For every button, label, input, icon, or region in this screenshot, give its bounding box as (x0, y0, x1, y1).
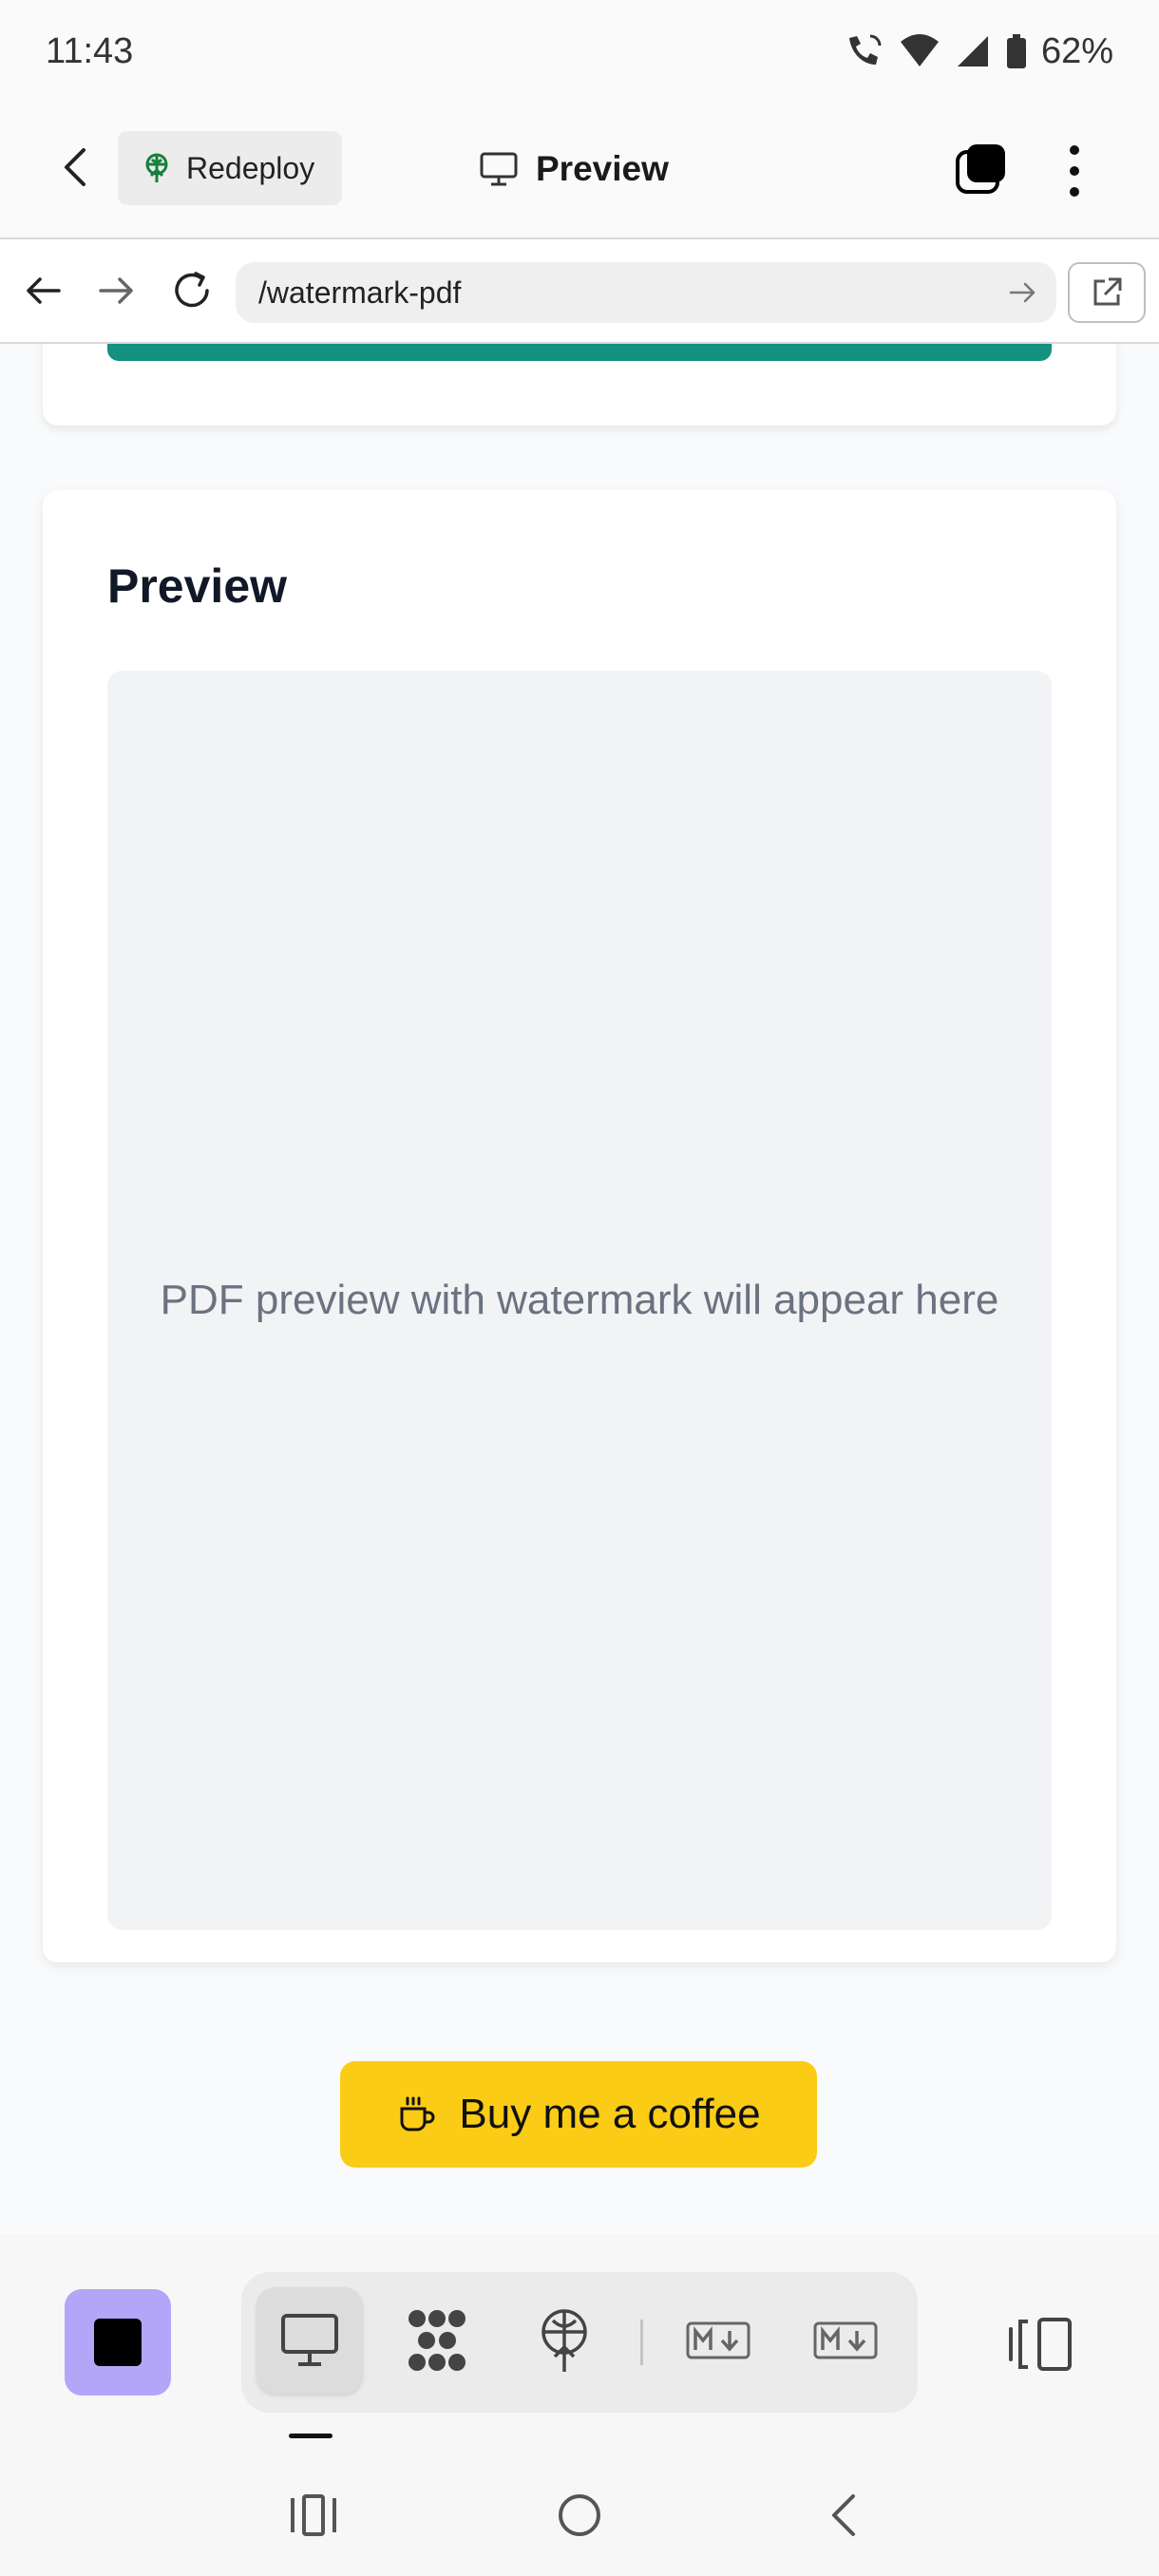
bottom-toolbar (0, 2234, 1159, 2454)
battery-percent: 62% (1040, 30, 1113, 71)
app-bar: Redeploy Preview (0, 103, 1159, 239)
home-icon[interactable] (551, 2487, 608, 2544)
recents-icon[interactable] (285, 2487, 342, 2544)
deploy-icon (542, 2309, 587, 2372)
tool-group (241, 2272, 918, 2413)
go-arrow-icon[interactable] (1007, 277, 1037, 308)
reload-icon[interactable] (169, 268, 215, 313)
browser-back-icon[interactable] (21, 268, 66, 313)
redeploy-label: Redeploy (186, 150, 315, 185)
status-time: 11:43 (46, 30, 134, 71)
preview-heading: Preview (107, 559, 288, 613)
buy-coffee-button[interactable]: Buy me a coffee (340, 2061, 817, 2168)
page-title: Preview (479, 141, 669, 198)
stop-button[interactable] (65, 2289, 171, 2396)
preview-card: Preview PDF preview with watermark will … (43, 490, 1116, 1962)
settings-card (43, 344, 1116, 426)
split-view-icon[interactable] (1007, 2316, 1075, 2373)
pdf-preview-area: PDF preview with watermark will appear h… (107, 671, 1052, 1930)
active-tool-indicator (289, 2434, 332, 2438)
status-icons: 62% (844, 31, 1113, 72)
signal-icon (957, 36, 988, 66)
url-bar: /watermark-pdf (0, 239, 1159, 344)
deploy-icon (145, 153, 168, 182)
wifi-calling-icon (848, 34, 882, 65)
system-nav-bar (0, 2454, 1159, 2576)
monitor-icon (480, 152, 518, 186)
open-external-button[interactable] (1068, 262, 1146, 323)
redeploy-button[interactable]: Redeploy (118, 131, 342, 205)
markdown-icon (813, 2321, 878, 2359)
web-content: Preview PDF preview with watermark will … (0, 344, 1159, 2234)
tool-network[interactable] (384, 2287, 490, 2394)
markdown-icon (686, 2321, 750, 2359)
coffee-cup-icon (400, 2096, 435, 2131)
tool-markdown-1[interactable] (665, 2287, 771, 2394)
status-bar: 11:43 62% (0, 0, 1159, 103)
more-options-icon[interactable] (1060, 141, 1089, 201)
battery-icon (1006, 34, 1026, 68)
tool-separator (640, 2320, 643, 2365)
tabs-icon[interactable] (954, 142, 1007, 196)
stop-icon (94, 2319, 142, 2366)
tool-deploy[interactable] (511, 2287, 618, 2394)
nav-back-icon[interactable] (817, 2487, 874, 2544)
network-icon (408, 2310, 466, 2371)
title-text: Preview (536, 149, 669, 188)
back-arrow-icon[interactable] (53, 144, 99, 190)
url-input[interactable]: /watermark-pdf (236, 262, 1056, 323)
wifi-icon (900, 34, 939, 66)
url-text: /watermark-pdf (258, 275, 462, 310)
coffee-label: Buy me a coffee (459, 2091, 761, 2137)
preview-placeholder: PDF preview with watermark will appear h… (160, 1277, 999, 1323)
tool-desktop-preview[interactable] (256, 2287, 363, 2394)
tool-markdown-2[interactable] (792, 2287, 899, 2394)
browser-forward-icon[interactable] (93, 268, 139, 313)
apply-watermark-button[interactable] (107, 344, 1052, 361)
monitor-icon (281, 2314, 338, 2366)
external-link-icon (1093, 277, 1122, 306)
